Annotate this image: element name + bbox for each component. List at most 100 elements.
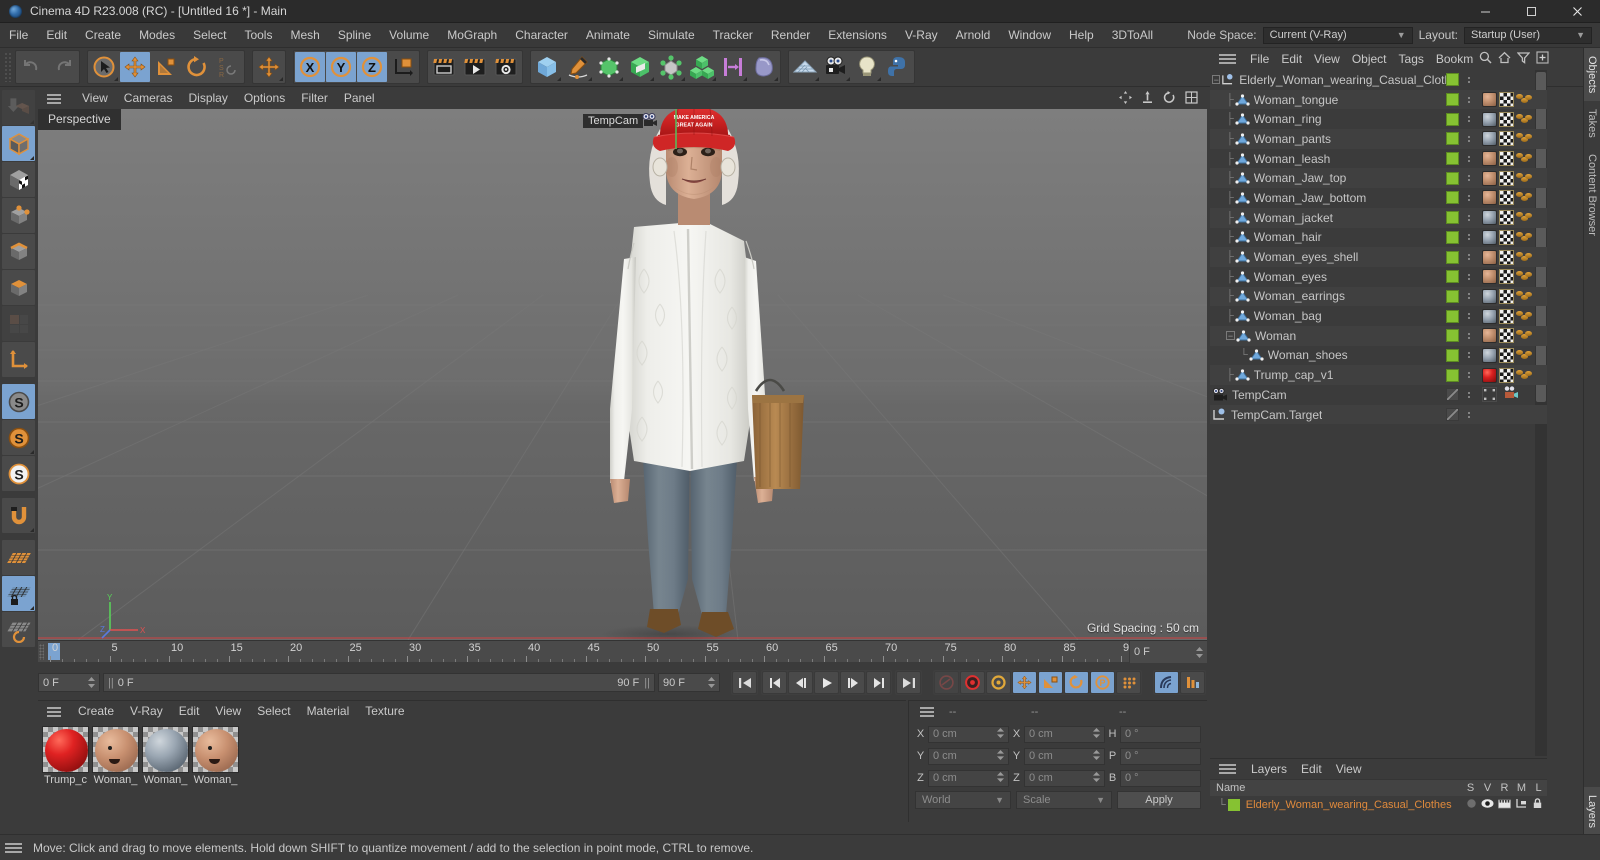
uvw-tag[interactable] (1499, 347, 1514, 363)
layer-lock-icon[interactable] (1532, 798, 1543, 812)
material-cell[interactable]: Woman_ (92, 726, 139, 786)
material-tag[interactable] (1482, 92, 1497, 108)
record-scale-button[interactable] (1038, 671, 1063, 694)
object-row[interactable]: TempCam (1210, 385, 1547, 405)
object-row[interactable]: ├ Woman_jacket (1210, 207, 1547, 228)
coord-rotation-input[interactable]: 0 ° (1120, 747, 1201, 765)
object-visibility-dots[interactable] (1462, 96, 1476, 103)
quantize-button[interactable]: S (2, 456, 35, 491)
world-move-button[interactable] (254, 52, 284, 82)
autokey-button[interactable] (934, 671, 959, 694)
object-enable-toggle[interactable] (1446, 132, 1459, 146)
model-mode-button[interactable] (2, 126, 35, 161)
object-menu-view[interactable]: View (1308, 48, 1346, 70)
undo-button[interactable] (17, 52, 47, 82)
layer-solo-icon[interactable] (1466, 798, 1477, 812)
material-cell[interactable]: Woman_ (142, 726, 189, 786)
move-tool-button[interactable] (120, 52, 150, 82)
uvw-tag[interactable] (1499, 151, 1514, 167)
object-enable-toggle[interactable] (1446, 250, 1459, 264)
material-tag[interactable] (1482, 111, 1497, 127)
object-row[interactable]: └ Woman_shoes (1210, 346, 1547, 366)
object-enable-toggle[interactable] (1446, 289, 1459, 303)
material-tag[interactable] (1482, 170, 1497, 186)
polygons-mode-button[interactable] (2, 270, 35, 305)
make-editable-button[interactable] (2, 90, 35, 125)
coord-size-input[interactable]: 0 cm (1024, 725, 1105, 743)
axis-y-button[interactable]: Y (326, 52, 356, 82)
object-enable-toggle[interactable] (1446, 93, 1459, 107)
coord-system-select[interactable]: World ▼ (915, 791, 1011, 809)
object-visibility-dots[interactable] (1462, 352, 1476, 359)
object-enable-toggle[interactable] (1446, 211, 1459, 225)
material-menu-select[interactable]: Select (249, 701, 298, 722)
uv-mode-button[interactable] (2, 306, 35, 341)
menu-animate[interactable]: Animate (577, 23, 639, 48)
expander-toggle[interactable]: − (1212, 75, 1221, 85)
menu-window[interactable]: Window (999, 23, 1060, 48)
object-row[interactable]: ├ Woman_earrings (1210, 286, 1547, 307)
object-row[interactable]: ├ Trump_cap_v1 (1210, 365, 1547, 385)
object-enable-toggle[interactable] (1446, 348, 1459, 362)
record-button[interactable] (960, 671, 985, 694)
workplane-button[interactable] (2, 540, 35, 575)
record-pla-button[interactable] (1116, 671, 1141, 694)
transform-mode-select[interactable]: Scale ▼ (1016, 791, 1112, 809)
spline-pen-button[interactable] (563, 52, 593, 82)
material-tag[interactable] (1482, 190, 1497, 206)
phong-tag[interactable] (1516, 369, 1532, 382)
coord-rotation-input[interactable]: 0 ° (1120, 769, 1201, 787)
object-enable-toggle[interactable] (1446, 309, 1459, 323)
uvw-tag[interactable] (1499, 328, 1514, 344)
menu-volume[interactable]: Volume (380, 23, 438, 48)
material-tag[interactable] (1482, 249, 1497, 265)
tab-layers[interactable]: Layers (1584, 786, 1600, 836)
uvw-tag[interactable] (1499, 249, 1514, 265)
generator-button[interactable] (594, 52, 624, 82)
uvw-tag[interactable] (1499, 308, 1514, 324)
axis-z-button[interactable]: Z (357, 52, 387, 82)
layer-row[interactable]: └ Elderly_Woman_wearing_Casual_Clothes (1210, 796, 1547, 814)
viewport-panel-menu-icon[interactable] (42, 93, 66, 104)
render-settings-button[interactable] (491, 52, 521, 82)
step-back-button[interactable] (788, 671, 813, 694)
phong-tag[interactable] (1516, 251, 1532, 264)
cloner-button[interactable] (687, 52, 717, 82)
primitive-cube-button[interactable] (532, 52, 562, 82)
object-enable-toggle[interactable] (1446, 171, 1459, 185)
object-row[interactable]: TempCam.Target (1210, 404, 1547, 425)
layers-panel-menu-icon[interactable] (1214, 764, 1241, 774)
phong-tag[interactable] (1516, 211, 1532, 224)
phong-tag[interactable] (1516, 191, 1532, 204)
snap-settings-button[interactable]: S (2, 420, 35, 455)
menu-file[interactable]: File (0, 23, 37, 48)
object-panel-menu-icon[interactable] (1214, 54, 1241, 64)
close-button[interactable] (1554, 0, 1600, 23)
expander-toggle[interactable]: − (1226, 331, 1235, 341)
object-row[interactable]: ├ Woman_pants (1210, 129, 1547, 149)
metaball-button[interactable] (749, 52, 779, 82)
workplane-reset-button[interactable] (2, 612, 35, 647)
object-row[interactable]: ├ Woman_Jaw_bottom (1210, 188, 1547, 208)
material-tag[interactable] (1482, 269, 1497, 285)
viewport-menu-view[interactable]: View (74, 88, 116, 109)
menu-edit[interactable]: Edit (37, 23, 76, 48)
object-visibility-dots[interactable] (1462, 194, 1476, 201)
layers-menu-layers[interactable]: Layers (1244, 759, 1294, 779)
object-row[interactable]: ├ Woman_ring (1210, 109, 1547, 129)
menu-vray[interactable]: V-Ray (896, 23, 947, 48)
uvw-tag[interactable] (1499, 111, 1514, 127)
camera-tag-icon[interactable] (1503, 386, 1519, 403)
menu-character[interactable]: Character (506, 23, 577, 48)
material-tag[interactable] (1482, 308, 1497, 324)
uvw-tag[interactable] (1499, 170, 1514, 186)
zoom-viewport-icon[interactable] (1141, 90, 1154, 107)
object-row[interactable]: ├ Woman_tongue (1210, 89, 1547, 110)
object-menu-file[interactable]: File (1244, 48, 1275, 70)
object-enable-toggle[interactable] (1446, 230, 1459, 244)
apply-button[interactable]: Apply (1117, 791, 1201, 809)
maximize-viewport-icon[interactable] (1185, 90, 1198, 107)
object-visibility-dots[interactable] (1462, 155, 1476, 162)
object-menu-tags[interactable]: Tags (1393, 48, 1430, 70)
spinner-icon[interactable] (1093, 771, 1100, 785)
